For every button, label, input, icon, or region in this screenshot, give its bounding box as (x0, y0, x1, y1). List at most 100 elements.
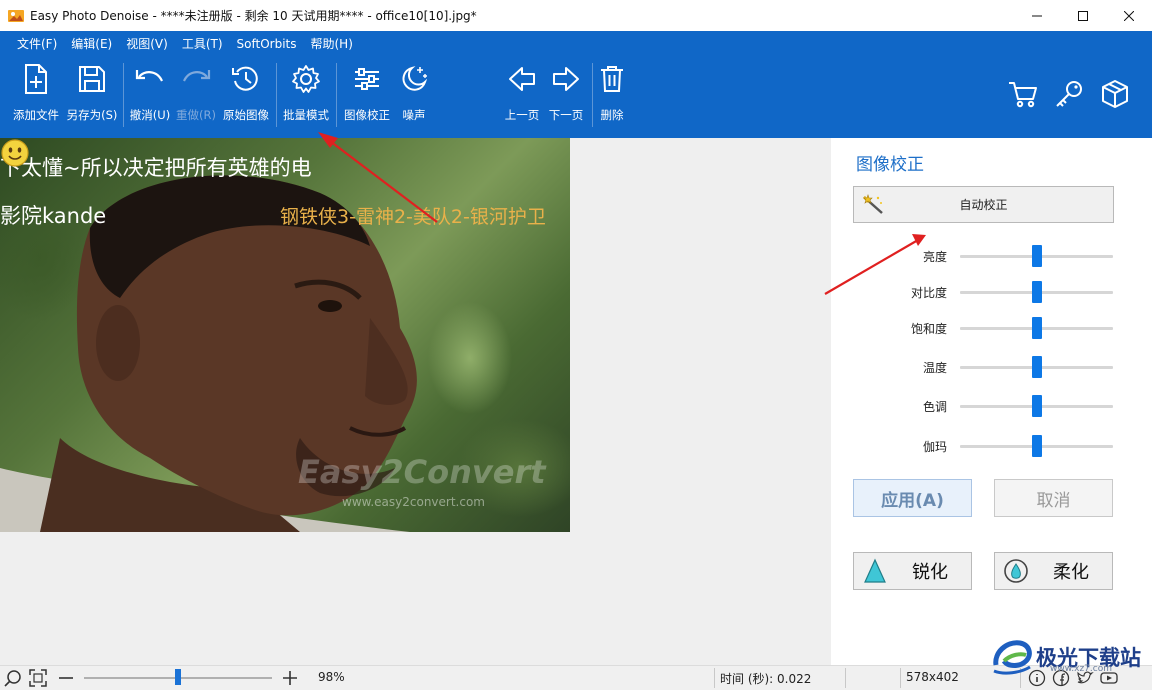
tint-slider: 色调 (831, 394, 1152, 418)
slider-track[interactable] (960, 356, 1113, 378)
apply-button[interactable]: 应用(A) (853, 479, 972, 517)
next-page-label: 下一页 (548, 108, 584, 122)
undo-button[interactable]: 撤消(U) (128, 57, 172, 131)
slider-track[interactable] (960, 245, 1113, 267)
correction-panel: 图像校正 自动校正 亮度 对比度 饱和度 温度 色调 伽玛 应用(A) 取消 锐… (831, 138, 1152, 665)
toolbar-divider (123, 63, 124, 127)
slider-label: 温度 (922, 361, 947, 375)
smiley-icon (1, 139, 29, 167)
minimize-button[interactable] (1014, 0, 1060, 31)
status-divider (900, 668, 901, 688)
slider-track[interactable] (960, 395, 1113, 417)
slider-thumb[interactable] (1031, 435, 1042, 457)
toolbar-divider (592, 63, 593, 127)
processing-time: 时间 (秒): 0.022 (720, 672, 812, 686)
arrow-left-icon (509, 67, 535, 91)
slider-track[interactable] (960, 435, 1113, 457)
redo-button[interactable]: 重做(R) (174, 57, 218, 131)
soften-button[interactable]: 柔化 (994, 552, 1113, 590)
status-bar: 98% 时间 (秒): 0.022 578x402 (0, 665, 1152, 690)
menu-help[interactable]: 帮助(H) (303, 33, 359, 55)
menu-softorbits[interactable]: SoftOrbits (230, 33, 304, 55)
slider-thumb[interactable] (1031, 281, 1042, 303)
sharpen-button[interactable]: 锐化 (853, 552, 972, 590)
zoom-in-icon[interactable] (281, 669, 299, 687)
slider-thumb[interactable] (1031, 395, 1042, 417)
menu-file[interactable]: 文件(F) (10, 33, 64, 55)
original-image-button[interactable]: 原始图像 (220, 57, 272, 131)
gear-icon (292, 65, 320, 93)
toolbar-divider (276, 63, 277, 127)
slider-thumb[interactable] (1031, 245, 1042, 267)
menu-edit[interactable]: 编辑(E) (64, 33, 119, 55)
noise-label: 噪声 (402, 108, 426, 122)
window-controls (1014, 0, 1152, 31)
delete-button[interactable]: 删除 (596, 57, 628, 131)
delete-label: 删除 (600, 108, 624, 122)
temperature-slider: 温度 (831, 355, 1152, 379)
store-icons (1008, 79, 1130, 109)
noise-button[interactable]: 噪声 (395, 57, 433, 131)
next-page-button[interactable]: 下一页 (544, 57, 588, 131)
save-as-label: 另存为(S) (66, 108, 118, 122)
fit-to-window-icon[interactable] (29, 669, 47, 687)
slider-thumb[interactable] (1031, 356, 1042, 378)
status-divider (714, 668, 715, 688)
close-button[interactable] (1106, 0, 1152, 31)
image-canvas[interactable]: 下太懂~所以决定把所有英雄的电 影院kande 钢铁侠3-雷神2-美队2-银河护… (0, 138, 831, 665)
cart-button[interactable] (1008, 79, 1038, 109)
site-watermark: 极光下载站 www.xz7.com (990, 634, 1150, 680)
slider-label: 伽玛 (922, 440, 947, 454)
batch-mode-label: 批量模式 (283, 108, 329, 122)
image-dimensions: 578x402 (906, 670, 959, 684)
brand-logo-icon (993, 640, 1032, 675)
slider-track[interactable] (960, 317, 1113, 339)
cancel-button[interactable]: 取消 (994, 479, 1113, 517)
slider-thumb[interactable] (1031, 317, 1042, 339)
menu-view[interactable]: 视图(V) (119, 33, 175, 55)
subtitle-line-2: 影院kande (0, 204, 107, 228)
add-file-icon (25, 64, 47, 94)
redo-icon (182, 70, 211, 82)
package-button[interactable] (1100, 79, 1130, 109)
box-icon (1102, 80, 1128, 108)
auto-correct-label: 自动校正 (959, 198, 1008, 212)
app-window: Easy Photo Denoise - ****未注册版 - 剩余 10 天试… (0, 0, 1152, 690)
license-key-button[interactable] (1054, 79, 1084, 109)
cart-icon (1009, 82, 1037, 108)
slider-track[interactable] (960, 281, 1113, 303)
status-divider (845, 668, 846, 688)
contrast-slider: 对比度 (831, 280, 1152, 304)
redo-label: 重做(R) (176, 108, 216, 122)
maximize-button[interactable] (1060, 0, 1106, 31)
arrow-right-icon (553, 67, 579, 91)
image-correction-button[interactable]: 图像校正 (341, 57, 393, 131)
watermark-logo-text: Easy2Convert (298, 453, 546, 491)
save-as-button[interactable]: 另存为(S) (65, 57, 119, 131)
original-image-label: 原始图像 (223, 108, 269, 122)
undo-icon (135, 70, 164, 82)
toolbar-divider (336, 63, 337, 127)
toolbar: 添加文件 另存为(S) 撤消(U) 重做(R) 原始图像 批量模式 图像校正 噪… (0, 57, 1152, 135)
magic-wand-icon (862, 194, 883, 214)
key-icon (1056, 81, 1082, 107)
zoom-search-icon[interactable] (4, 669, 22, 687)
trash-icon (601, 66, 623, 92)
batch-mode-button[interactable]: 批量模式 (280, 57, 332, 131)
brightness-slider: 亮度 (831, 244, 1152, 268)
maximize-icon (1078, 10, 1088, 21)
zoom-slider-thumb[interactable] (175, 669, 181, 685)
prev-page-label: 上一页 (504, 108, 540, 122)
photo-preview: 下太懂~所以决定把所有英雄的电 影院kande 钢铁侠3-雷神2-美队2-银河护… (0, 138, 570, 532)
soften-label: 柔化 (1053, 562, 1089, 583)
close-icon (1124, 10, 1134, 21)
menu-tools[interactable]: 工具(T) (175, 33, 230, 55)
sliders-icon (355, 68, 379, 90)
add-file-button[interactable]: 添加文件 (10, 57, 62, 131)
menu-bar: 文件(F) 编辑(E) 视图(V) 工具(T) SoftOrbits 帮助(H) (10, 33, 360, 55)
zoom-out-icon[interactable] (57, 669, 75, 687)
auto-correct-button[interactable]: 自动校正 (853, 186, 1114, 223)
slider-label: 对比度 (910, 286, 947, 300)
save-icon (79, 66, 105, 92)
prev-page-button[interactable]: 上一页 (500, 57, 544, 131)
